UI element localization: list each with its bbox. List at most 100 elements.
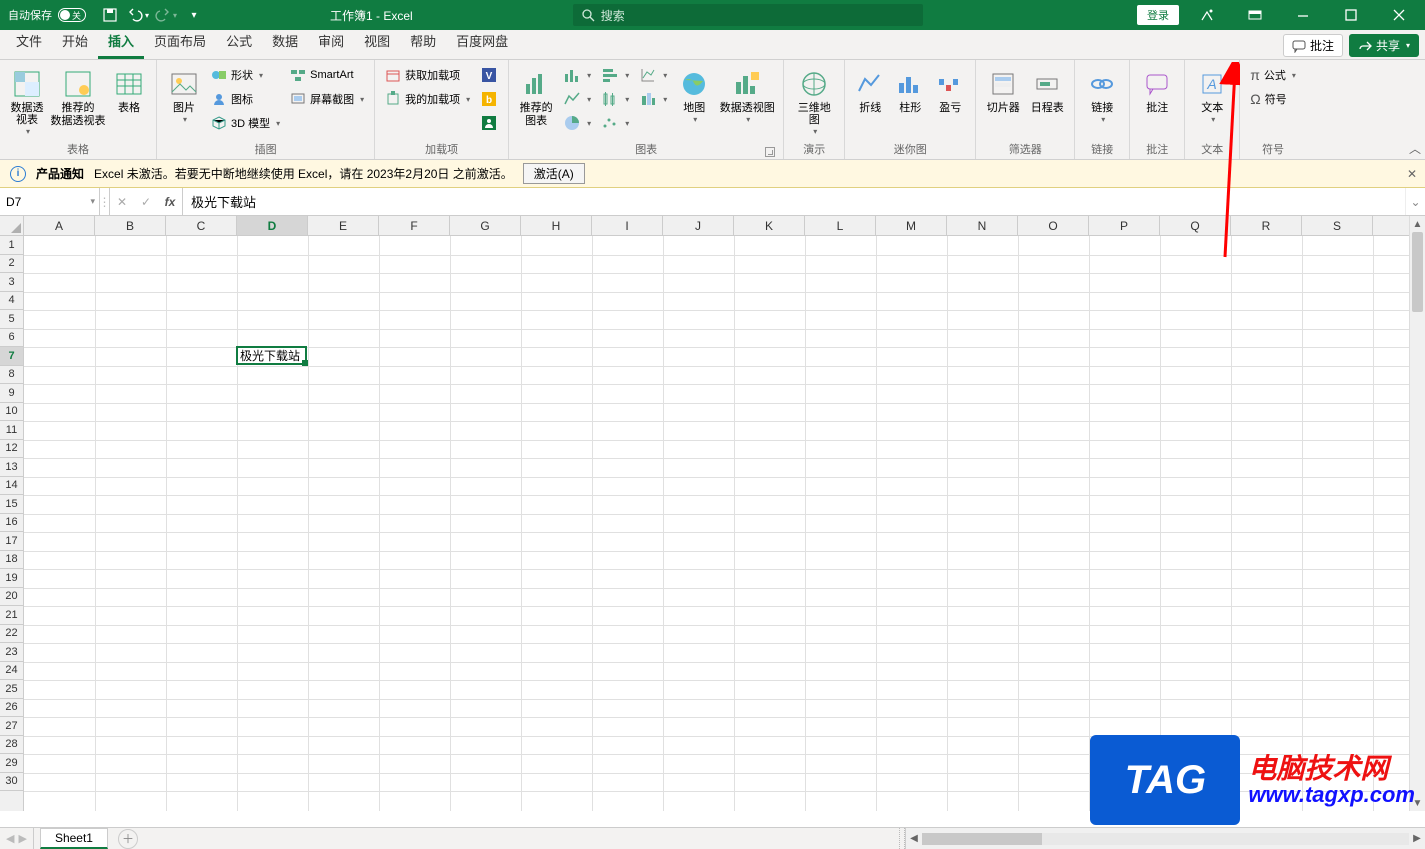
search-box[interactable]: 搜索 <box>573 4 923 26</box>
column-chart-button[interactable]: ▾ <box>559 64 595 86</box>
row-header-27[interactable]: 27 <box>0 717 23 736</box>
comments-pane-button[interactable]: 批注 <box>1283 34 1343 57</box>
scatter-chart-button[interactable]: ▾ <box>597 112 633 134</box>
row-header-6[interactable]: 6 <box>0 329 23 348</box>
col-header-F[interactable]: F <box>379 216 450 235</box>
hscroll-thumb[interactable] <box>922 833 1042 845</box>
col-header-O[interactable]: O <box>1018 216 1089 235</box>
sheet-tab-active[interactable]: Sheet1 <box>40 828 108 849</box>
col-header-C[interactable]: C <box>166 216 237 235</box>
col-header-D[interactable]: D <box>237 216 308 235</box>
col-header-Q[interactable]: Q <box>1160 216 1231 235</box>
close-button[interactable] <box>1379 0 1419 30</box>
row-header-25[interactable]: 25 <box>0 680 23 699</box>
row-header-13[interactable]: 13 <box>0 458 23 477</box>
smartart-button[interactable]: SmartArt <box>286 64 368 86</box>
row-header-16[interactable]: 16 <box>0 514 23 533</box>
row-header-17[interactable]: 17 <box>0 532 23 551</box>
row-header-20[interactable]: 20 <box>0 588 23 607</box>
col-header-J[interactable]: J <box>663 216 734 235</box>
cancel-formula-button[interactable]: ✕ <box>110 188 134 215</box>
pie-chart-button[interactable]: ▾ <box>559 112 595 134</box>
stats-chart-button[interactable]: ▾ <box>597 88 633 110</box>
col-header-R[interactable]: R <box>1231 216 1302 235</box>
tab-数据[interactable]: 数据 <box>262 25 308 59</box>
row-header-15[interactable]: 15 <box>0 495 23 514</box>
activate-button[interactable]: 激活(A) <box>523 163 585 184</box>
row-header-5[interactable]: 5 <box>0 310 23 329</box>
row-header-18[interactable]: 18 <box>0 551 23 570</box>
col-header-M[interactable]: M <box>876 216 947 235</box>
sparkline-line-button[interactable]: 折线 <box>851 64 889 136</box>
slicer-button[interactable]: 切片器 <box>982 64 1024 136</box>
row-header-7[interactable]: 7 <box>0 347 23 366</box>
col-header-N[interactable]: N <box>947 216 1018 235</box>
fx-button[interactable]: fx <box>158 188 182 215</box>
row-header-19[interactable]: 19 <box>0 569 23 588</box>
namebox-resize-handle[interactable]: ⋮ <box>100 188 110 215</box>
maps-button[interactable]: 地图▾ <box>673 64 715 136</box>
charts-dialog-launcher[interactable] <box>765 147 775 157</box>
row-header-28[interactable]: 28 <box>0 736 23 755</box>
screenshot-button[interactable]: 屏幕截图▾ <box>286 88 368 110</box>
row-header-3[interactable]: 3 <box>0 273 23 292</box>
share-button[interactable]: 共享▾ <box>1349 34 1419 57</box>
col-header-S[interactable]: S <box>1302 216 1373 235</box>
undo-button[interactable]: ▾ <box>126 3 150 27</box>
row-header-23[interactable]: 23 <box>0 643 23 662</box>
vscroll-thumb[interactable] <box>1412 232 1423 312</box>
row-header-1[interactable]: 1 <box>0 236 23 255</box>
icons-button[interactable]: 图标 <box>207 88 284 110</box>
link-button[interactable]: 链接▾ <box>1081 64 1123 136</box>
tab-百度网盘[interactable]: 百度网盘 <box>446 25 518 59</box>
ribbon-display-options[interactable] <box>1235 0 1275 30</box>
col-header-K[interactable]: K <box>734 216 805 235</box>
3d-models-button[interactable]: 3D 模型▾ <box>207 112 284 134</box>
visio-addin-button[interactable]: V <box>476 64 502 86</box>
tab-公式[interactable]: 公式 <box>216 25 262 59</box>
equation-button[interactable]: π公式▾ <box>1246 64 1300 86</box>
col-header-H[interactable]: H <box>521 216 592 235</box>
minimize-button[interactable] <box>1283 0 1323 30</box>
shapes-button[interactable]: 形状▾ <box>207 64 284 86</box>
tab-页面布局[interactable]: 页面布局 <box>144 25 216 59</box>
comment-button[interactable]: 批注 <box>1136 64 1178 136</box>
col-header-P[interactable]: P <box>1089 216 1160 235</box>
pivot-chart-button[interactable]: 数据透视图▾ <box>717 64 777 136</box>
coming-soon-icon[interactable] <box>1187 0 1227 30</box>
row-header-11[interactable]: 11 <box>0 421 23 440</box>
people-addin-button[interactable] <box>476 112 502 134</box>
autosave-toggle[interactable]: 自动保存 关 <box>0 7 94 23</box>
tab-文件[interactable]: 文件 <box>6 25 52 59</box>
sparkline-winloss-button[interactable]: 盈亏 <box>931 64 969 136</box>
row-header-22[interactable]: 22 <box>0 625 23 644</box>
combo-chart-button[interactable]: ▾ <box>635 64 671 86</box>
formula-expand-button[interactable]: ⌄ <box>1405 188 1425 215</box>
col-header-A[interactable]: A <box>24 216 95 235</box>
active-cell[interactable]: 极光下载站 <box>236 346 307 365</box>
qat-customize[interactable]: ▾ <box>182 3 206 27</box>
vertical-scrollbar[interactable]: ▲ ▼ <box>1409 216 1425 811</box>
formula-input[interactable]: 极光下载站 <box>183 188 1405 215</box>
scroll-up-arrow[interactable]: ▲ <box>1410 216 1425 232</box>
notification-close[interactable]: ✕ <box>1407 167 1417 181</box>
name-box[interactable]: D7▾ <box>0 188 100 215</box>
tab-帮助[interactable]: 帮助 <box>400 25 446 59</box>
table-button[interactable]: 表格 <box>108 64 150 136</box>
recommended-charts-button[interactable]: 推荐的 图表 <box>515 64 557 136</box>
col-header-E[interactable]: E <box>308 216 379 235</box>
sheet-nav-prev[interactable]: ◀ <box>6 832 14 845</box>
row-header-10[interactable]: 10 <box>0 403 23 422</box>
row-header-9[interactable]: 9 <box>0 384 23 403</box>
row-header-8[interactable]: 8 <box>0 366 23 385</box>
save-button[interactable] <box>98 3 122 27</box>
col-header-B[interactable]: B <box>95 216 166 235</box>
row-header-2[interactable]: 2 <box>0 255 23 274</box>
col-header-L[interactable]: L <box>805 216 876 235</box>
cells-area[interactable]: 极光下载站 <box>24 236 1409 811</box>
horizontal-scrollbar[interactable]: ◀ ▶ <box>905 828 1425 849</box>
tab-视图[interactable]: 视图 <box>354 25 400 59</box>
col-header-G[interactable]: G <box>450 216 521 235</box>
symbol-button[interactable]: Ω符号 <box>1246 88 1300 110</box>
select-all-button[interactable] <box>0 216 24 236</box>
